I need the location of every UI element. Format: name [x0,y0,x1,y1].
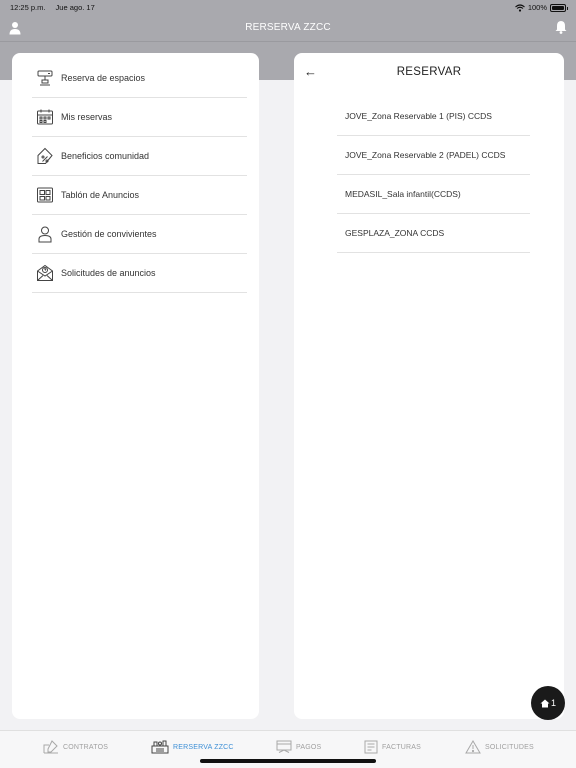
tab-facturas[interactable]: FACTURAS [364,738,421,756]
menu-item-tablon-anuncios[interactable]: Tablón de Anuncios [32,176,247,215]
mail-question-icon [35,263,55,283]
tab-reserva-zzcc[interactable]: RERSERVA ZZCC [151,738,234,756]
tab-label: PAGOS [296,743,322,751]
payments-icon [276,740,292,753]
space-booking-icon [35,68,55,88]
tab-pagos[interactable]: PAGOS [276,738,321,756]
warning-icon [465,740,481,754]
battery-icon [550,3,568,12]
home-counter-button[interactable]: 1 [531,686,565,720]
tab-solicitudes[interactable]: SOLICITUDES [465,738,534,756]
noticeboard-icon [35,185,55,205]
wifi-icon [514,3,525,12]
home-counter: 1 [550,698,556,708]
menu-item-solicitudes-anuncios[interactable]: Solicitudes de anuncios [32,254,247,293]
person-icon [35,224,55,244]
menu-item-label: Reserva de espacios [61,73,146,83]
menu-item-mis-reservas[interactable]: Mis reservas [32,98,247,137]
contracts-icon [43,740,58,754]
reserve-panel: ← RESERVAR JOVE_Zona Reservable 1 (PIS) … [294,53,564,719]
calendar-icon [35,107,55,127]
menu-item-reserva-espacios[interactable]: Reserva de espacios [32,59,247,98]
zone-item[interactable]: GESPLAZA_ZONA CCDS [337,214,530,253]
discount-tag-icon [35,146,55,166]
zone-item[interactable]: MEDASIL_Sala infantil(CCDS) [337,175,530,214]
status-time: 12:25 p.m. [10,3,46,12]
community-zones-icon [151,740,169,754]
home-icon [540,699,550,707]
battery-percent: 100% [527,3,547,12]
invoices-icon [364,740,378,754]
app-header: RERSERVA ZZCC [0,14,576,42]
menu-panel: Reserva de espacios Mis reservas Benefic… [12,53,259,719]
reserve-title: RESERVAR [396,66,462,78]
menu-item-label: Gestión de convivientes [61,229,157,239]
tab-label: FACTURAS [382,743,421,751]
menu-item-label: Solicitudes de anuncios [61,268,156,278]
menu-item-label: Tablón de Anuncios [61,190,140,200]
home-indicator [200,759,376,763]
tab-label: SOLICITUDES [485,743,534,751]
menu-item-label: Mis reservas [61,112,113,122]
tab-label: CONTRATOS [63,743,109,751]
zone-item[interactable]: JOVE_Zona Reservable 2 (PADEL) CCDS [337,136,530,175]
status-date: Jue ago. 17 [55,3,95,12]
zone-item[interactable]: JOVE_Zona Reservable 1 (PIS) CCDS [337,97,530,136]
menu-item-gestion-convivientes[interactable]: Gestión de convivientes [32,215,247,254]
menu-item-label: Beneficios comunidad [61,151,150,161]
tab-contratos[interactable]: CONTRATOS [43,738,108,756]
status-bar: 12:25 p.m. Jue ago. 17 100% [0,0,576,14]
menu-item-beneficios-comunidad[interactable]: Beneficios comunidad [32,137,247,176]
bell-icon[interactable] [555,20,567,34]
tab-label: RERSERVA ZZCC [173,743,234,751]
page-title: RERSERVA ZZCC [245,22,331,33]
